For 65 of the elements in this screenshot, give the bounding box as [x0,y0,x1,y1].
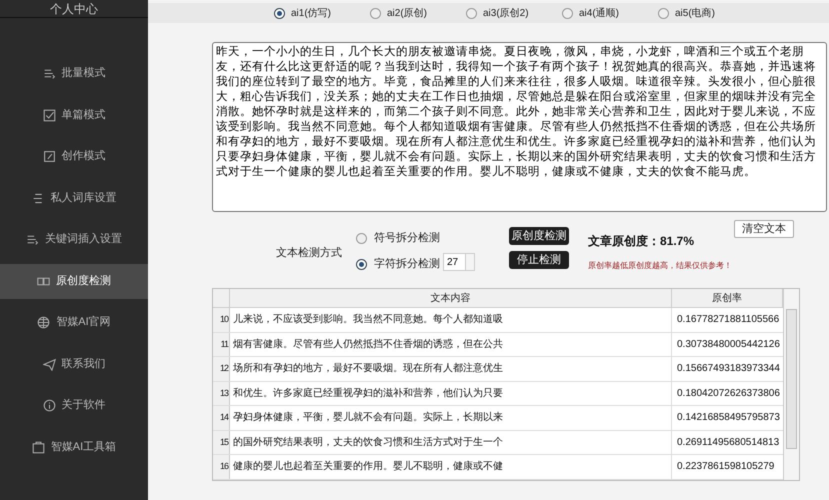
table-cell: 孕妇身体健康，平衡，婴儿就不会有问题。实际上，长期以来 [230,406,672,430]
table-cell: 和优生。许多家庭已经重视孕妇的滋补和营养，他们认为只要 [230,382,672,405]
paper-plane-icon [42,358,56,370]
table-cell-text: 0.18042072626373806 [676,386,781,401]
radio-button[interactable] [562,8,573,18]
row-number: 12 [213,357,230,380]
sidebar-item[interactable]: 智媒AI官网 [0,305,148,340]
info-icon [42,399,56,412]
method-label: 文本检测方式 [276,246,342,261]
radio-label[interactable]: ai3(原创2) [483,6,529,20]
globe-icon [37,316,50,329]
clear-button[interactable]: 清空文本 [734,220,794,238]
radio-label[interactable]: ai4(通顺) [579,6,620,20]
sidebar-item[interactable]: 关键词插入设置 [0,222,148,257]
sidebar-item[interactable]: 单篇模式 [0,98,148,132]
row-number: 10 [213,308,230,332]
radio-label[interactable]: ai5(电商) [675,6,716,20]
table-cell: 场所和有孕妇的地方，最好不要吸烟。现在所有人都注意优生 [230,357,672,380]
list-icon [26,233,39,246]
table-cell-text: 0.26911495680514813 [676,436,780,450]
radio-label[interactable]: ai1(仿写) [291,6,332,20]
table-cell: 儿来说，不应该受到影响。我当然不同意她。每个人都知道吸 [230,308,672,332]
note-text: 原创率越低原创度越高，结果仅供参考！ [588,260,732,272]
row-number: 11 [213,332,230,356]
table-cell-text: 0.15667493183973344 [676,362,781,376]
pencil-square-icon [42,150,56,163]
row-number: 15 [213,430,230,454]
table-cell-text: 0.2237861598105279 [676,460,776,474]
action-button[interactable]: 停止检测 [509,251,569,269]
radio-button[interactable] [356,232,367,244]
originality-result: 文章原创度：81.7% [588,233,694,250]
radio-button[interactable] [466,8,477,18]
radio-button[interactable] [658,8,669,18]
number-spinner[interactable]: 27 [443,253,475,271]
lines-icon [32,192,44,204]
radio-label[interactable]: ai2(原创) [387,6,428,20]
sidebar-item[interactable]: 智媒AI工具箱 [0,430,148,464]
action-button[interactable]: 原创度检测 [509,227,569,245]
list-icon [42,67,56,80]
table-cell: 烟有害健康。尽管有些人仍然抵挡不住香烟的诱惑，但在公共 [230,332,672,356]
row-number: 13 [213,382,230,405]
text-area[interactable]: 昨天，一个小小的生日，几个长大的朋友被邀请串烧。夏日夜晚，微风，串烧，小龙虾，啤酒和三个或五个老朋友，还有什么比这更舒适的呢？当我到达时，我得知一个孩子有两个孩子！祝贺她真的很高兴。恭喜她，并迅速将我们的座位转到了最空的地方。毕竟，食品摊里的人们来来往往，很多人吸烟。味道很辛辣。头发很小，但心脏很大，粗心告诉我们，没关系；她的丈夫在工作日也抽烟，尽管她总是躲在阳台或浴室里，但家里的烟味并没有完全消散。她怀孕时就是这样来的，而第二个孩子则不同意。此外，她非常关心营养和卫生，因此对于婴儿来说，不应该受到影响。我当然不同意她。每个人都知道吸烟有害健康。尽管有些人仍然抵挡不住香烟的诱惑，但在公共场所和有孕妇的地方，最好不要吸烟。现在所有人都注意优生和优生。许多家庭已经重视孕妇的滋补和营养，他们认为只要孕妇身体健康，平衡，婴儿就不会有问题。实际上，长期以来的国外研究结果表明，丈夫的饮食习惯和生活方式对于生一个健康的婴儿也起着至关重要的作用。婴儿不聪明，健康或不健康，丈夫的饮食不能马虎。 [212,42,827,212]
row-number: 16 [213,455,230,478]
table-cell-text: 0.14216858495795873 [676,411,781,426]
radio-button[interactable] [370,8,381,18]
sidebar-item[interactable]: 关于软件 [0,388,148,423]
table-cell-text: 0.16778271881105566 [676,313,780,328]
column-header[interactable]: 文本内容 [230,289,672,307]
radio-button[interactable] [356,258,367,270]
radio-label[interactable]: 符号拆分检测 [374,230,440,246]
radio-button[interactable] [274,8,285,18]
sidebar-header[interactable]: 个人中心 [50,2,98,16]
book-icon [37,274,50,288]
sidebar-item[interactable]: 创作模式 [0,139,148,174]
table-cell: 的国外研究结果表明，丈夫的饮食习惯和生活方式对于生一个 [230,430,672,454]
sidebar-item[interactable]: 联系我们 [0,346,148,382]
table-cell-text: 0.30738480005442126 [676,338,781,352]
radio-label[interactable]: 字符拆分检测 [374,256,440,272]
table-cell: 健康的婴儿也起着至关重要的作用。婴儿不聪明，健康或不健 [230,455,672,478]
checkbox-icon [42,108,56,122]
row-number: 14 [213,406,230,430]
briefcase-icon [32,440,45,454]
sidebar-item[interactable]: 私人词库设置 [0,180,148,216]
sidebar-item[interactable]: 批量模式 [0,56,148,91]
sidebar-item[interactable]: 原创度检测 [0,264,148,298]
